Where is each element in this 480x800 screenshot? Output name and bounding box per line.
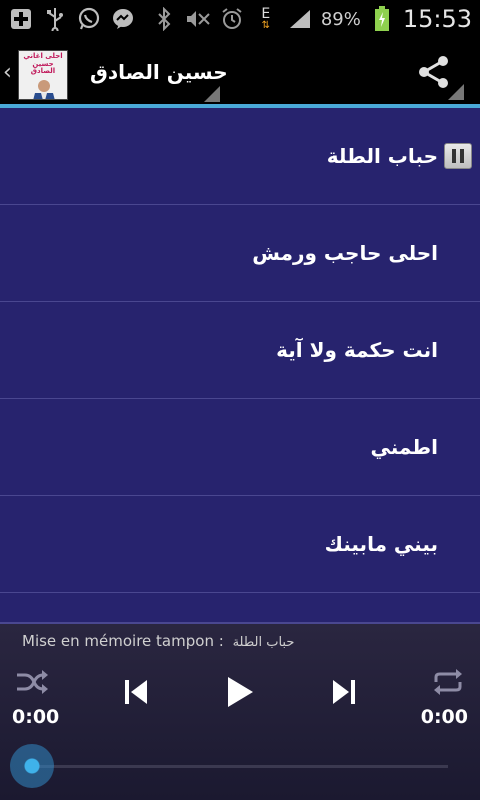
playlist: حباب الطلة احلى حاجب ورمش انت حكمة ولا آ… xyxy=(0,108,480,622)
alarm-icon xyxy=(219,6,245,32)
battery-charging-icon xyxy=(369,6,395,32)
whatsapp-icon xyxy=(76,6,102,32)
back-chevron-icon[interactable]: ‹ xyxy=(3,60,12,85)
seek-knob[interactable] xyxy=(10,744,54,788)
add-icon xyxy=(8,6,34,32)
track-title: انت حكمة ولا آية xyxy=(276,338,438,362)
player-panel: Mise en mémoire tampon : حباب الطلة 0:00… xyxy=(0,622,480,800)
buffer-track: حباب الطلة xyxy=(232,635,295,650)
list-item[interactable]: اطمني xyxy=(0,399,480,496)
thumbnail-caption: احلى اغاني حسين الصادق xyxy=(23,52,63,76)
list-item[interactable]: بيني مابينك xyxy=(0,496,480,593)
list-item[interactable]: حباب الطلة xyxy=(0,108,480,205)
status-bar: E ⇅ 89% 15:53 xyxy=(0,0,480,38)
seek-bar[interactable] xyxy=(34,765,448,768)
usb-icon xyxy=(42,6,68,32)
track-title: اطمني xyxy=(370,435,439,459)
buffer-status: Mise en mémoire tampon : حباب الطلة xyxy=(22,632,294,650)
battery-percent: 89% xyxy=(320,8,361,30)
repeat-icon[interactable] xyxy=(430,668,466,696)
track-title: بيني مابينك xyxy=(324,532,438,556)
share-icon[interactable] xyxy=(416,54,452,90)
bluetooth-icon xyxy=(151,6,177,32)
signal-icon xyxy=(287,6,313,32)
pause-icon[interactable] xyxy=(444,143,472,169)
next-icon[interactable] xyxy=(328,676,360,708)
album-thumbnail[interactable]: احلى اغاني حسين الصادق xyxy=(18,50,68,100)
title-dropdown-indicator xyxy=(204,86,220,102)
previous-icon[interactable] xyxy=(120,676,152,708)
buffer-label: Mise en mémoire tampon : xyxy=(22,632,224,650)
clock: 15:53 xyxy=(402,5,472,33)
total-time: 0:00 xyxy=(420,706,468,728)
list-item[interactable]: احلى حاجب ورمش xyxy=(0,205,480,302)
app-title: حسين الصادق xyxy=(90,60,228,84)
track-title: حباب الطلة xyxy=(326,144,438,168)
mute-icon xyxy=(185,6,211,32)
play-icon[interactable] xyxy=(220,672,260,712)
elapsed-time: 0:00 xyxy=(12,706,60,728)
overflow-indicator[interactable] xyxy=(448,84,464,100)
data-edge-icon: E ⇅ xyxy=(261,6,271,31)
shuffle-icon[interactable] xyxy=(14,668,50,696)
track-title: احلى حاجب ورمش xyxy=(252,241,438,265)
action-bar: ‹ احلى اغاني حسين الصادق حسين الصادق xyxy=(0,38,480,106)
messenger-icon xyxy=(110,6,136,32)
list-item[interactable]: انت حكمة ولا آية xyxy=(0,302,480,399)
network-type: E xyxy=(261,6,271,22)
